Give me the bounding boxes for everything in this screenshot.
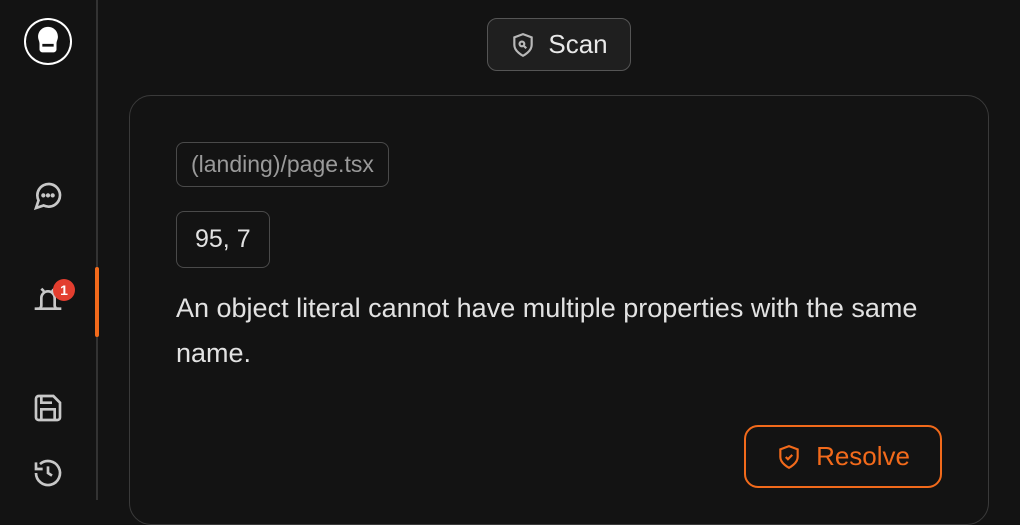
history-icon <box>32 457 64 489</box>
file-chip[interactable]: (landing)/page.tsx <box>176 142 389 187</box>
shield-search-icon <box>510 32 536 58</box>
issue-card: (landing)/page.tsx 95, 7 An object liter… <box>129 95 989 525</box>
nav-history[interactable] <box>0 461 97 500</box>
position-chip[interactable]: 95, 7 <box>176 211 270 268</box>
error-message: An object literal cannot have multiple p… <box>176 286 942 378</box>
scan-label: Scan <box>548 29 607 60</box>
error-row: 95, 7 An object literal cannot have mult… <box>176 211 942 377</box>
card-actions: Resolve <box>176 425 942 488</box>
chat-icon <box>32 180 64 212</box>
main-panel: Scan (landing)/page.tsx 95, 7 An object … <box>98 0 1020 500</box>
save-icon <box>32 392 64 424</box>
sidebar: 1 <box>0 0 98 500</box>
resolve-button[interactable]: Resolve <box>744 425 942 488</box>
resolve-label: Resolve <box>816 441 910 472</box>
alert-badge: 1 <box>53 279 75 301</box>
app-logo[interactable] <box>24 18 72 65</box>
nav-alerts[interactable]: 1 <box>0 249 97 355</box>
nav-chat[interactable] <box>0 143 97 249</box>
shield-check-icon <box>776 444 802 470</box>
scan-button[interactable]: Scan <box>487 18 630 71</box>
logo-icon <box>31 24 65 58</box>
nav-save[interactable] <box>0 355 97 461</box>
